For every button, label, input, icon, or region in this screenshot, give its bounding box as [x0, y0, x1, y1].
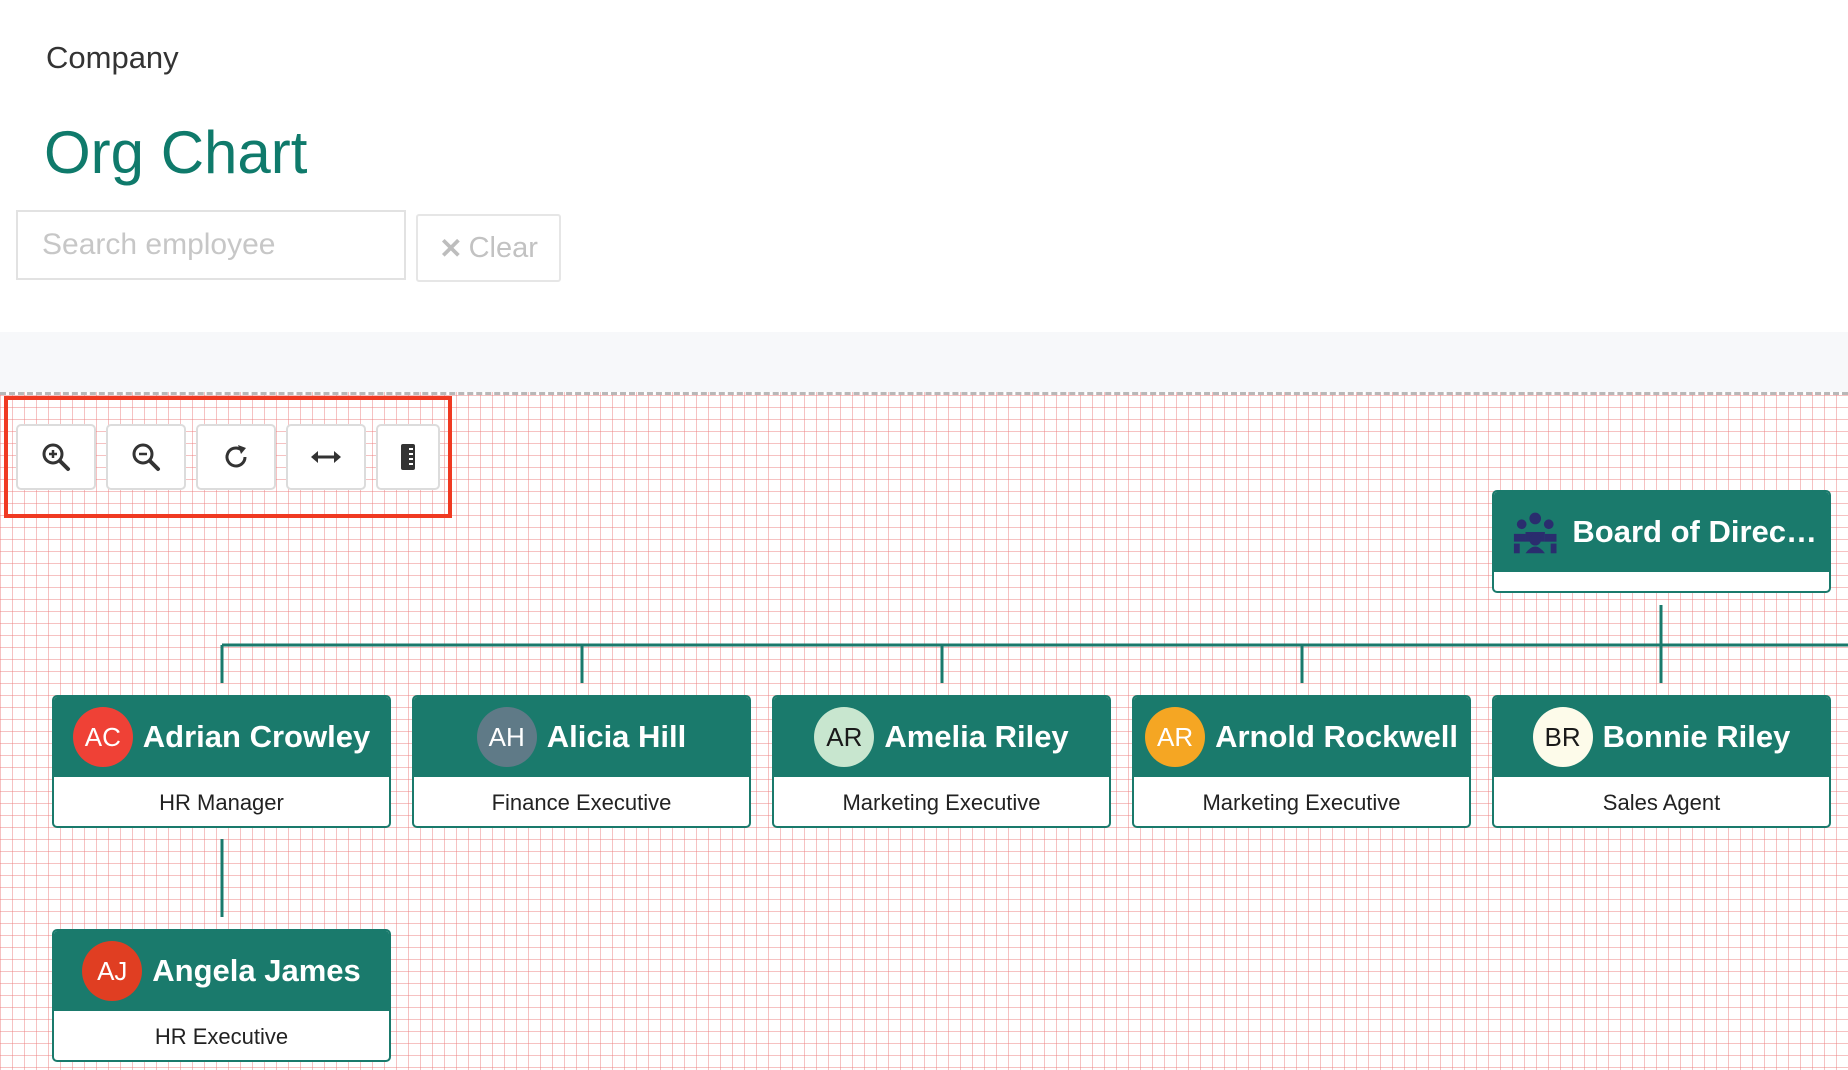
page-title: Org Chart [44, 119, 308, 186]
zoom-out-button[interactable] [106, 424, 186, 490]
node-name: Alicia Hill [546, 719, 687, 754]
reset-button[interactable] [196, 424, 276, 490]
node-name: Adrian Crowley [142, 719, 371, 754]
avatar: AH [476, 707, 537, 767]
chart-header-band [0, 332, 1848, 392]
avatar: AR [1145, 707, 1206, 767]
org-node-arnold-rockwell[interactable]: AR Arnold Rockwell Marketing Executive [1132, 695, 1471, 828]
org-node-board[interactable]: Board of Direct… [1492, 490, 1831, 593]
org-node-bonnie-riley[interactable]: BR Bonnie Riley Sales Agent [1492, 695, 1831, 828]
zoom-in-button[interactable] [16, 424, 96, 490]
node-name: Arnold Rockwell [1215, 719, 1458, 754]
chart-toolbar [16, 424, 440, 490]
node-name: Bonnie Riley [1602, 719, 1791, 754]
horizontal-arrows-icon [311, 451, 341, 463]
node-role: Finance Executive [491, 789, 672, 815]
document-icon [401, 444, 415, 470]
org-node-angela-james[interactable]: AJ Angela James HR Executive [52, 929, 391, 1062]
export-button[interactable] [376, 424, 440, 490]
org-node-alicia-hill[interactable]: AH Alicia Hill Finance Executive [412, 695, 751, 828]
node-name: Board of Direct… [1572, 514, 1819, 549]
refresh-icon [225, 445, 247, 468]
node-role: HR Executive [154, 1023, 289, 1049]
node-name: Amelia Riley [884, 719, 1069, 754]
org-node-adrian-crowley[interactable]: AC Adrian Crowley HR Manager [52, 695, 391, 828]
clear-button[interactable]: ✕ Clear [416, 214, 561, 282]
node-role: Sales Agent [1602, 789, 1721, 815]
zoom-in-icon [42, 443, 70, 471]
avatar: AC [72, 707, 133, 767]
breadcrumb: Company [46, 40, 179, 75]
close-icon: ✕ [439, 232, 463, 264]
node-role: HR Manager [159, 789, 284, 815]
avatar: AR [814, 707, 875, 767]
node-name: Angela James [152, 953, 361, 988]
avatar: AJ [82, 941, 143, 1001]
zoom-out-icon [132, 443, 160, 471]
team-icon [1513, 512, 1557, 554]
node-role: Marketing Executive [1202, 789, 1401, 815]
search-input[interactable] [16, 210, 406, 280]
node-role: Marketing Executive [842, 789, 1041, 815]
fit-width-button[interactable] [286, 424, 366, 490]
org-node-amelia-riley[interactable]: AR Amelia Riley Marketing Executive [772, 695, 1111, 828]
clear-button-label: Clear [468, 231, 538, 264]
avatar: BR [1532, 707, 1593, 767]
